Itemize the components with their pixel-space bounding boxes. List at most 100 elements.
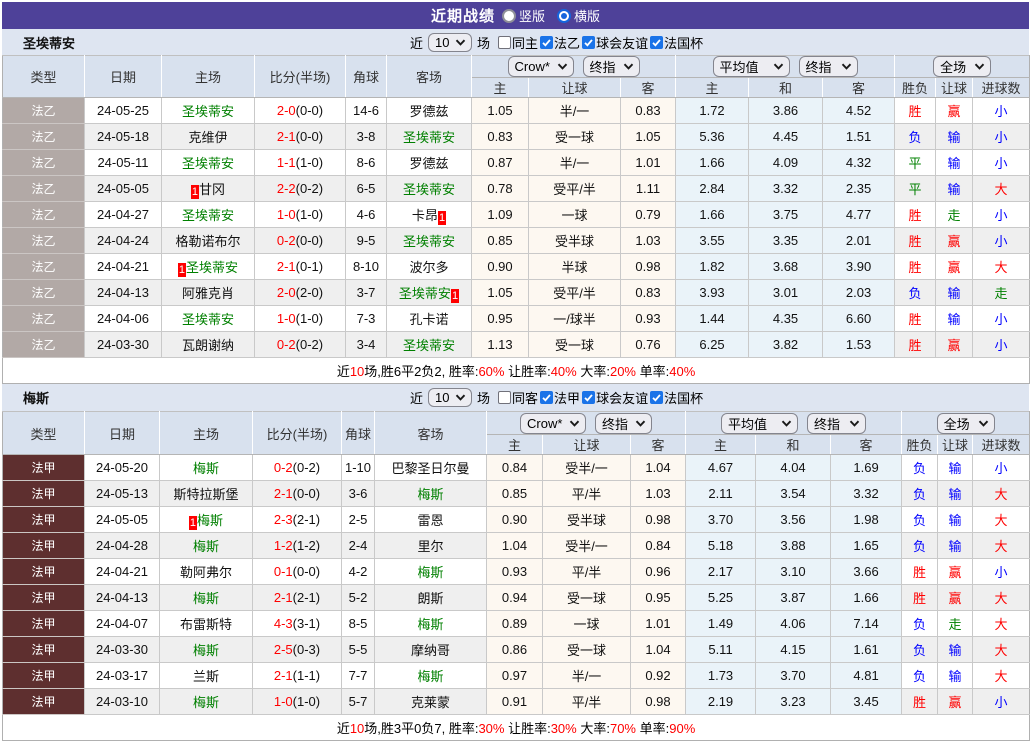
eu-odds-cell: 2.19 bbox=[686, 689, 756, 715]
ah-company-select[interactable]: Crow* bbox=[508, 56, 574, 77]
league-checkbox-label[interactable]: 球会友谊 bbox=[596, 388, 648, 407]
result-text: 赢 bbox=[948, 104, 961, 119]
result-cell: 大 bbox=[973, 507, 1030, 533]
sub-header-6: 胜负 bbox=[895, 78, 936, 98]
eu-time-select[interactable]: 终指 bbox=[807, 413, 866, 434]
result-text: 输 bbox=[949, 539, 962, 554]
league-checkbox-2[interactable] bbox=[650, 391, 663, 404]
result-text: 负 bbox=[913, 643, 926, 658]
result-select-group: 全场 bbox=[902, 412, 1030, 435]
table-row: 法乙24-04-27圣埃蒂安1-0(1-0)4-6卡昂11.09一球0.791.… bbox=[3, 202, 1030, 228]
eu-odds-cell: 3.66 bbox=[831, 559, 902, 585]
home-team-cell: 1圣埃蒂安 bbox=[162, 254, 255, 280]
ah-time-select[interactable]: 终指 bbox=[583, 56, 640, 77]
result-scope-select[interactable]: 全场 bbox=[937, 413, 995, 434]
home-team-name: 布雷斯特 bbox=[180, 617, 232, 632]
ah-time-select[interactable]: 终指 bbox=[595, 413, 652, 434]
check-icon bbox=[583, 37, 594, 48]
score-main: 2-5 bbox=[274, 642, 293, 657]
league-checkbox-0[interactable] bbox=[540, 391, 553, 404]
radio-horizontal-icon[interactable] bbox=[557, 9, 571, 23]
table-body: 法乙24-05-25圣埃蒂安2-0(0-0)14-6罗德兹1.05半/一0.83… bbox=[3, 98, 1030, 384]
corner-cell: 14-6 bbox=[346, 98, 387, 124]
same-venue-label[interactable]: 同客 bbox=[512, 388, 538, 407]
select-value: 平均值 bbox=[720, 57, 759, 76]
score-main: 2-0 bbox=[277, 285, 296, 300]
ah-odds-cell: 受平/半 bbox=[529, 176, 621, 202]
league-type-cell: 法甲 bbox=[3, 507, 85, 533]
result-cell: 胜 bbox=[902, 585, 938, 611]
result-text: 赢 bbox=[949, 565, 962, 580]
league-checkbox-0[interactable] bbox=[540, 36, 553, 49]
result-text: 大 bbox=[995, 513, 1008, 528]
table-row: 法甲24-04-28梅斯1-2(1-2)2-4里尔1.04受半/一0.845.1… bbox=[3, 533, 1030, 559]
date-cell: 24-04-24 bbox=[85, 228, 162, 254]
ah-company-select[interactable]: Crow* bbox=[520, 413, 586, 434]
score-half: (3-1) bbox=[293, 616, 320, 631]
score-main: 2-1 bbox=[274, 486, 293, 501]
ah-odds-cell: 一球 bbox=[543, 611, 631, 637]
eu-company-select[interactable]: 平均值 bbox=[713, 56, 790, 77]
league-checkbox-label[interactable]: 法乙 bbox=[554, 33, 580, 52]
radio-vertical-icon[interactable] bbox=[502, 9, 516, 23]
same-venue-checkbox[interactable] bbox=[498, 391, 511, 404]
sub-header-8: 进球数 bbox=[973, 435, 1030, 455]
result-cell: 输 bbox=[936, 306, 973, 332]
league-type-cell: 法甲 bbox=[3, 481, 85, 507]
league-type-cell: 法乙 bbox=[3, 150, 85, 176]
away-team-name: 圣埃蒂安 bbox=[403, 234, 455, 249]
radio-horizontal-layout[interactable]: 横版 bbox=[557, 6, 600, 25]
home-team-cell: 梅斯 bbox=[160, 455, 253, 481]
league-checkbox-1[interactable] bbox=[582, 391, 595, 404]
radio-vertical-label[interactable]: 竖版 bbox=[519, 6, 545, 25]
match-count-select[interactable]: 10 bbox=[428, 388, 472, 407]
home-team-cell: 勒阿弗尔 bbox=[160, 559, 253, 585]
col-header-5: 客场 bbox=[375, 412, 487, 455]
ah-odds-cell: 1.09 bbox=[472, 202, 529, 228]
away-team-name: 梅斯 bbox=[417, 487, 443, 502]
radio-vertical-layout[interactable]: 竖版 bbox=[502, 6, 545, 25]
score-cell: 1-0(1-0) bbox=[253, 689, 342, 715]
result-text: 输 bbox=[948, 312, 961, 327]
league-checkbox-2[interactable] bbox=[650, 36, 663, 49]
result-text: 负 bbox=[913, 669, 926, 684]
ah-odds-cell: 受一球 bbox=[543, 585, 631, 611]
result-text: 输 bbox=[949, 461, 962, 476]
ah-odds-cell: 受一球 bbox=[529, 124, 621, 150]
eu-company-select[interactable]: 平均值 bbox=[721, 413, 798, 434]
league-checkbox-1[interactable] bbox=[582, 36, 595, 49]
same-venue-label[interactable]: 同主 bbox=[512, 33, 538, 52]
col-header-4: 角球 bbox=[346, 56, 387, 98]
league-checkbox-label[interactable]: 球会友谊 bbox=[596, 33, 648, 52]
same-venue-checkbox[interactable] bbox=[498, 36, 511, 49]
select-group-wrap: 平均值终指 bbox=[686, 413, 901, 434]
league-checkbox-label[interactable]: 法国杯 bbox=[664, 388, 703, 407]
league-checkbox-label[interactable]: 法甲 bbox=[554, 388, 580, 407]
select-value: 终指 bbox=[590, 57, 616, 76]
home-team-name: 格勒诺布尔 bbox=[175, 234, 240, 249]
chevron-down-icon bbox=[974, 63, 985, 70]
radio-horizontal-label[interactable]: 横版 bbox=[574, 6, 600, 25]
result-text: 胜 bbox=[909, 312, 922, 327]
away-team-cell: 波尔多 bbox=[387, 254, 472, 280]
select-value: 终指 bbox=[806, 57, 832, 76]
score-main: 2-2 bbox=[277, 181, 296, 196]
league-type-cell: 法乙 bbox=[3, 202, 85, 228]
ah-odds-cell: 0.83 bbox=[621, 280, 676, 306]
match-count-select[interactable]: 10 bbox=[428, 33, 472, 52]
corner-cell: 1-10 bbox=[342, 455, 375, 481]
result-scope-select[interactable]: 全场 bbox=[933, 56, 991, 77]
eu-odds-cell: 2.17 bbox=[686, 559, 756, 585]
result-text: 小 bbox=[995, 234, 1008, 249]
home-team-name: 克维伊 bbox=[188, 130, 227, 145]
result-cell: 走 bbox=[936, 202, 973, 228]
eu-time-select[interactable]: 终指 bbox=[799, 56, 858, 77]
chevron-down-icon bbox=[455, 394, 466, 401]
sub-header-1: 让球 bbox=[529, 78, 621, 98]
result-text: 胜 bbox=[913, 695, 926, 710]
eu-odds-cell: 3.93 bbox=[676, 280, 749, 306]
league-checkbox-label[interactable]: 法国杯 bbox=[664, 33, 703, 52]
eu-odds-cell: 1.53 bbox=[823, 332, 895, 358]
score-main: 2-3 bbox=[274, 512, 293, 527]
away-team-name: 巴黎圣日尔曼 bbox=[391, 461, 469, 476]
